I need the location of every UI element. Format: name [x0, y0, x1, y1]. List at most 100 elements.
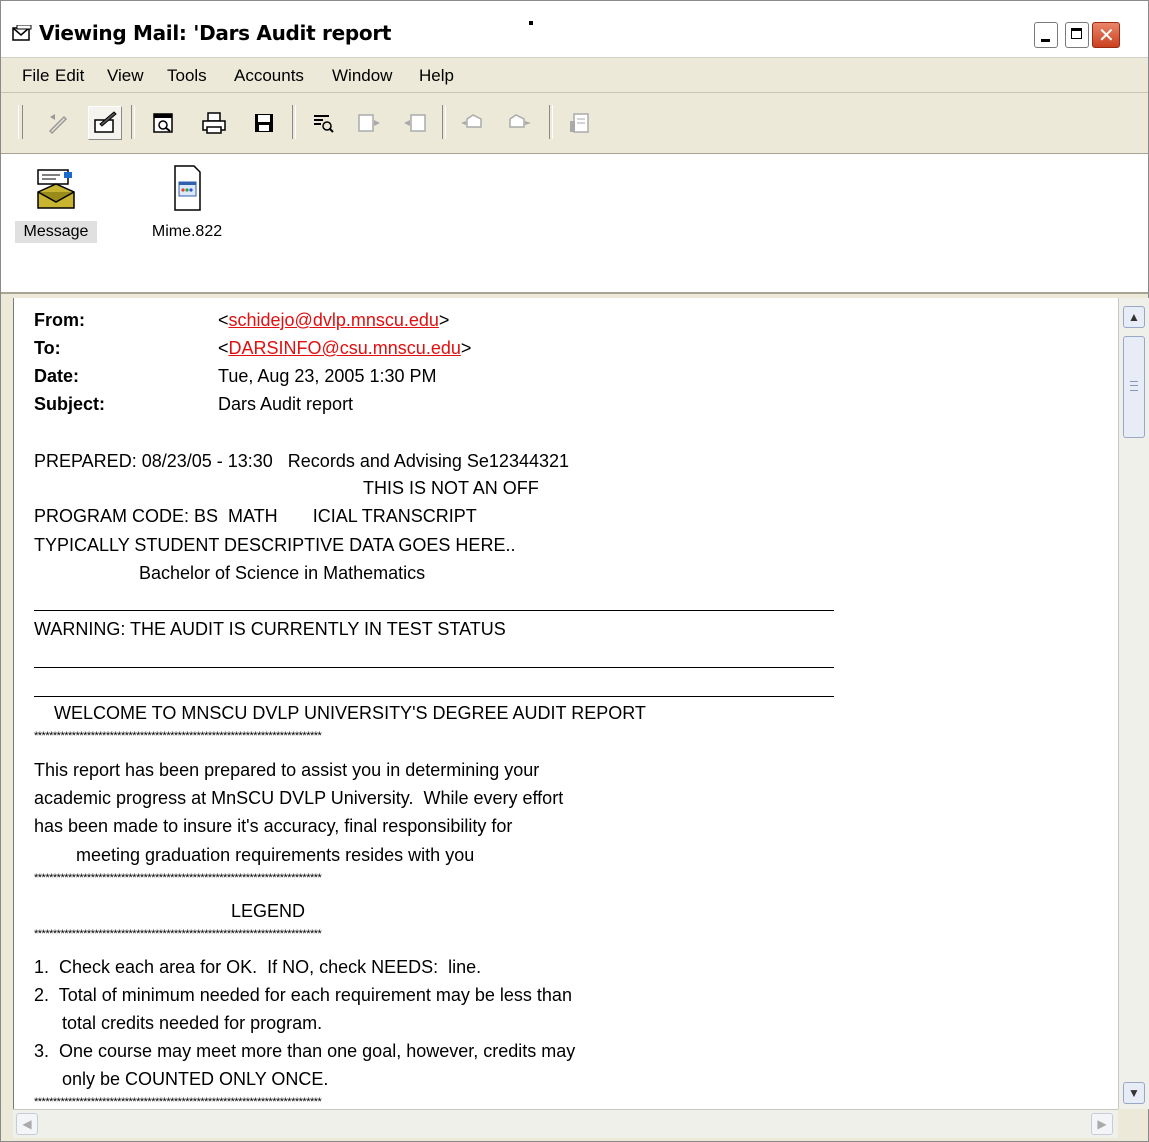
date-label: Date: — [34, 366, 80, 386]
edit-pencil-icon — [94, 111, 117, 133]
attachments-pane: Message Mime.822 — [1, 154, 1148, 294]
from-value: <schidejo@dvlp.mnscu.edu> — [218, 310, 450, 330]
chevron-left-icon: ◀ — [22, 1117, 32, 1131]
to-email-link[interactable]: DARSINFO@csu.mnscu.edu — [229, 338, 461, 358]
menu-view[interactable]: View — [107, 66, 144, 86]
message-body: From: <schidejo@dvlp.mnscu.edu> To: <DARSI… — [13, 298, 1118, 1109]
scroll-thumb[interactable] — [1123, 336, 1145, 438]
scroll-left-button[interactable]: ◀ — [16, 1113, 38, 1135]
attachment-mime[interactable]: Mime.822 — [137, 164, 237, 243]
preview-button[interactable] — [146, 106, 180, 140]
reply-tool-button[interactable] — [41, 106, 75, 140]
print-button[interactable] — [197, 106, 231, 140]
star-divider: ****************************************… — [34, 730, 322, 742]
from-email-link[interactable]: schidejo@dvlp.mnscu.edu — [229, 310, 439, 330]
divider-rule — [34, 696, 834, 697]
from-row: From: <schidejo@dvlp.mnscu.edu> — [34, 310, 449, 331]
legend-item-2-cont: total credits needed for program. — [62, 1013, 323, 1033]
to-value: <DARSINFO@csu.mnscu.edu> — [218, 338, 472, 358]
legend-item-1: 1. Check each area for OK. If NO, check … — [34, 957, 482, 977]
vertical-scrollbar[interactable]: ▲ ▼ — [1118, 298, 1149, 1109]
legend-item-2: 2. Total of minimum needed for each requ… — [34, 985, 572, 1005]
menu-window[interactable]: Window — [332, 66, 392, 86]
attachment-label: Message — [15, 221, 97, 243]
reply-all-button[interactable] — [503, 106, 537, 140]
maximize-button[interactable] — [1065, 22, 1089, 48]
warning-line: WARNING: THE AUDIT IS CURRENTLY IN TEST … — [34, 619, 506, 639]
previous-icon — [404, 114, 426, 132]
chevron-down-icon: ▼ — [1128, 1086, 1140, 1100]
scroll-down-button[interactable]: ▼ — [1123, 1082, 1145, 1104]
forward-icon — [461, 114, 482, 128]
legend-item-3-cont: only be COUNTED ONLY ONCE. — [62, 1069, 329, 1089]
prepared-line: PREPARED: 08/23/05 - 13:30 Records and A… — [34, 451, 570, 471]
title-bar: Viewing Mail: 'Dars Audit report ✕ — [1, 1, 1148, 58]
program-code-line: PROGRAM CODE: BS MATH ICIAL TRANSCRIPT — [34, 506, 477, 526]
star-divider: ****************************************… — [34, 928, 322, 940]
menu-bar: File Edit View Tools Accounts Window Hel… — [1, 58, 1148, 93]
toolbar-separator — [549, 105, 553, 139]
divider-rule — [34, 610, 834, 611]
chevron-right-icon: ▶ — [1097, 1117, 1107, 1131]
toolbar-separator — [442, 105, 446, 139]
legend-heading: LEGEND — [231, 901, 306, 921]
close-button[interactable]: ✕ — [1092, 22, 1120, 48]
toolbar-separator — [292, 105, 296, 139]
forward-button[interactable] — [456, 106, 490, 140]
to-label: To: — [34, 338, 61, 358]
date-row: Date: Tue, Aug 23, 2005 1:30 PM — [34, 366, 437, 387]
close-icon: ✕ — [1098, 23, 1115, 47]
reply-all-icon — [509, 114, 531, 128]
save-button[interactable] — [247, 106, 281, 140]
reply-tool-icon — [48, 114, 68, 135]
degree-line: Bachelor of Science in Mathematics — [139, 563, 426, 583]
menu-accounts[interactable]: Accounts — [234, 66, 304, 86]
find-button[interactable] — [306, 106, 340, 140]
mail-viewer-window: Viewing Mail: 'Dars Audit report ✕ File … — [0, 0, 1149, 1142]
star-divider: ****************************************… — [34, 872, 322, 884]
subject-label: Subject: — [34, 394, 106, 414]
not-official-line: THIS IS NOT AN OFF — [363, 478, 539, 498]
scroll-right-button[interactable]: ▶ — [1091, 1113, 1113, 1135]
subject-value: Dars Audit report — [218, 394, 354, 414]
chevron-up-icon: ▲ — [1128, 310, 1140, 324]
student-data-line: TYPICALLY STUDENT DESCRIPTIVE DATA GOES … — [34, 535, 516, 555]
toolbar-grip[interactable] — [18, 105, 23, 139]
toolbar-separator — [131, 105, 135, 139]
intro-line-2: academic progress at MnSCU DVLP Universi… — [34, 788, 564, 808]
print-icon — [202, 112, 226, 134]
welcome-line: WELCOME TO MNSCU DVLP UNIVERSITY'S DEGRE… — [54, 703, 646, 723]
toolbar — [1, 93, 1148, 154]
intro-line-3: has been made to insure it's accuracy, f… — [34, 816, 513, 836]
grip-icon — [1130, 381, 1138, 391]
horizontal-scrollbar[interactable]: ◀ ▶ — [13, 1109, 1118, 1138]
from-label: From: — [34, 310, 85, 330]
save-icon — [255, 114, 273, 132]
attachment-message[interactable]: Message — [15, 164, 97, 243]
previous-button[interactable] — [398, 106, 432, 140]
attachment-label: Mime.822 — [151, 223, 223, 240]
mime-document-icon — [174, 165, 201, 211]
minimize-button[interactable] — [1034, 22, 1058, 48]
subject-row: Subject: Dars Audit report — [34, 394, 353, 415]
scroll-up-button[interactable]: ▲ — [1123, 306, 1145, 328]
intro-line-4: meeting graduation requirements resides … — [76, 845, 475, 865]
title-dot — [529, 21, 533, 25]
menu-help[interactable]: Help — [419, 66, 454, 86]
to-row: To: <DARSINFO@csu.mnscu.edu> — [34, 338, 471, 359]
menu-tools[interactable]: Tools — [167, 66, 207, 86]
window-title: Viewing Mail: 'Dars Audit report — [39, 21, 392, 45]
message-envelope-icon — [37, 169, 75, 209]
edit-pencil-button[interactable] — [88, 106, 122, 140]
divider-rule — [34, 667, 834, 668]
properties-icon — [570, 113, 589, 133]
preview-icon — [153, 113, 173, 133]
date-value: Tue, Aug 23, 2005 1:30 PM — [218, 366, 437, 386]
intro-line-1: This report has been prepared to assist … — [34, 760, 540, 780]
menu-file[interactable]: File — [22, 66, 49, 86]
properties-button[interactable] — [563, 106, 597, 140]
menu-edit[interactable]: Edit — [55, 66, 84, 86]
star-divider: ****************************************… — [34, 1096, 322, 1108]
find-icon — [314, 115, 334, 133]
next-button[interactable] — [352, 106, 386, 140]
